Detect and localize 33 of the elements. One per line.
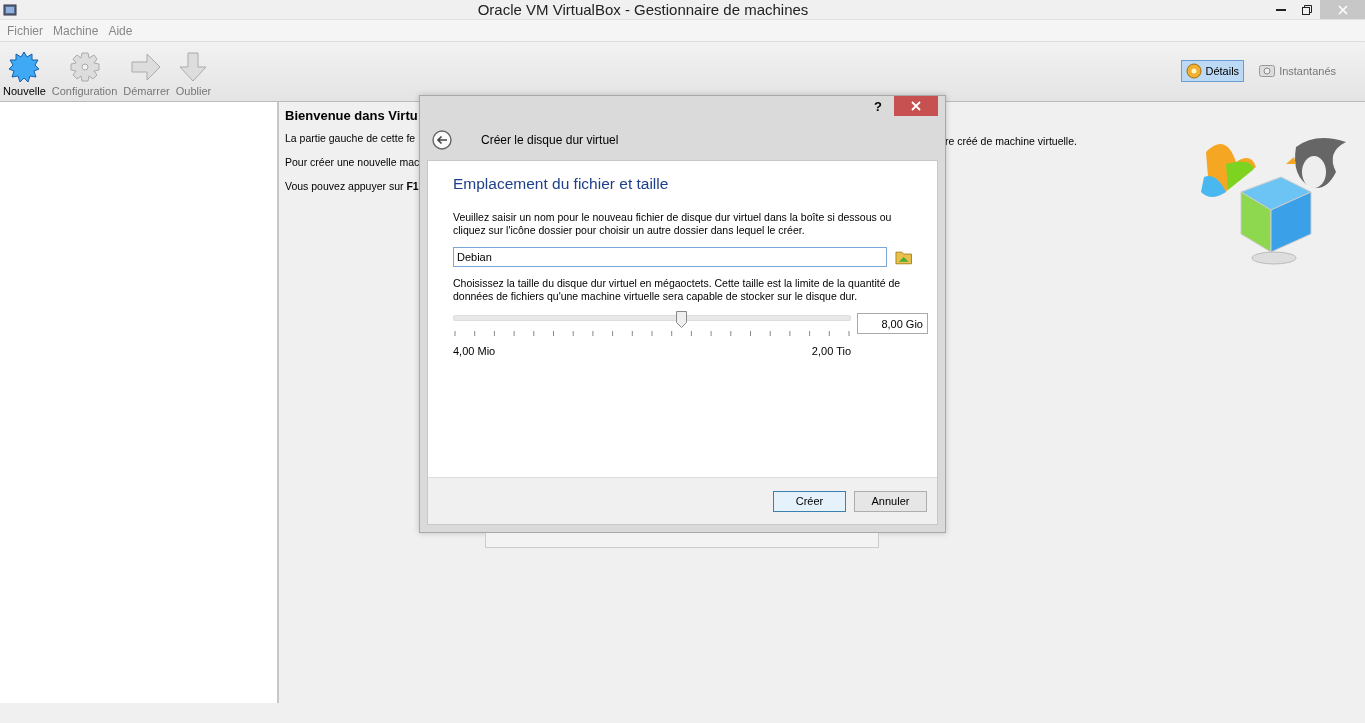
- instruction-text: Choisissez la taille du disque dur virtuel en mégaoctets. Cette taille est la limite de la quantité de données de fichiers qu'une machine virtuelle sera capable de stocker sur le disque dur.: [453, 277, 902, 303]
- view-tab[interactable]: Détails: [1180, 60, 1245, 82]
- slider-thumb[interactable]: [676, 311, 688, 328]
- dialog-title: Créer le disque dur virtuel: [481, 133, 619, 147]
- welcome-title: Bienvenue dans Virtu: [285, 108, 419, 123]
- minimize-icon[interactable]: [1276, 8, 1286, 11]
- close-button[interactable]: [894, 96, 938, 116]
- welcome-text: re créé de machine virtuelle.: [945, 135, 1077, 147]
- file-name-field[interactable]: Debian: [453, 247, 887, 267]
- cancel-button[interactable]: Annuler: [854, 490, 927, 512]
- back-icon[interactable]: [432, 130, 452, 150]
- size-slider[interactable]: [453, 311, 851, 328]
- max-size-label: 2,00 Tio: [811, 345, 851, 357]
- instruction-text: Veuillez saisir un nom pour le nouveau fichier de disque dur virtuel dans la boîte si dessous ou cliquez sur l'icône dossier pour choisir un autre dossier dans lequel le créer.: [453, 211, 893, 237]
- min-size-label: 4,00 Mio: [453, 345, 496, 357]
- help-button[interactable]: ?: [874, 96, 894, 114]
- folder-icon[interactable]: [894, 249, 912, 265]
- page-heading: Emplacement du fichier et taille: [453, 175, 670, 193]
- close-icon: [1337, 4, 1348, 15]
- close-icon: [911, 101, 921, 111]
- app-icon: [2, 1, 18, 18]
- size-field[interactable]: 8,00 Gio: [857, 313, 928, 334]
- welcome-text: La partie gauche de cette fe: [285, 132, 416, 144]
- welcome-text: Pour créer une nouvelle mac: [285, 156, 420, 168]
- window-title: Oracle VM VirtualBox - Gestionnaire de machines: [476, 1, 810, 18]
- camera-icon: [1259, 65, 1276, 77]
- welcome-text: Vous pouvez appuyer sur F1: [285, 180, 419, 192]
- create-button[interactable]: Créer: [773, 490, 846, 512]
- view-tab[interactable]: Instantanés: [1254, 60, 1341, 82]
- right-arrow-icon: [130, 51, 163, 83]
- toolbar-button[interactable]: Nouvelle: [2, 49, 47, 99]
- restore-icon[interactable]: [1302, 4, 1312, 15]
- starburst-icon: [8, 51, 41, 83]
